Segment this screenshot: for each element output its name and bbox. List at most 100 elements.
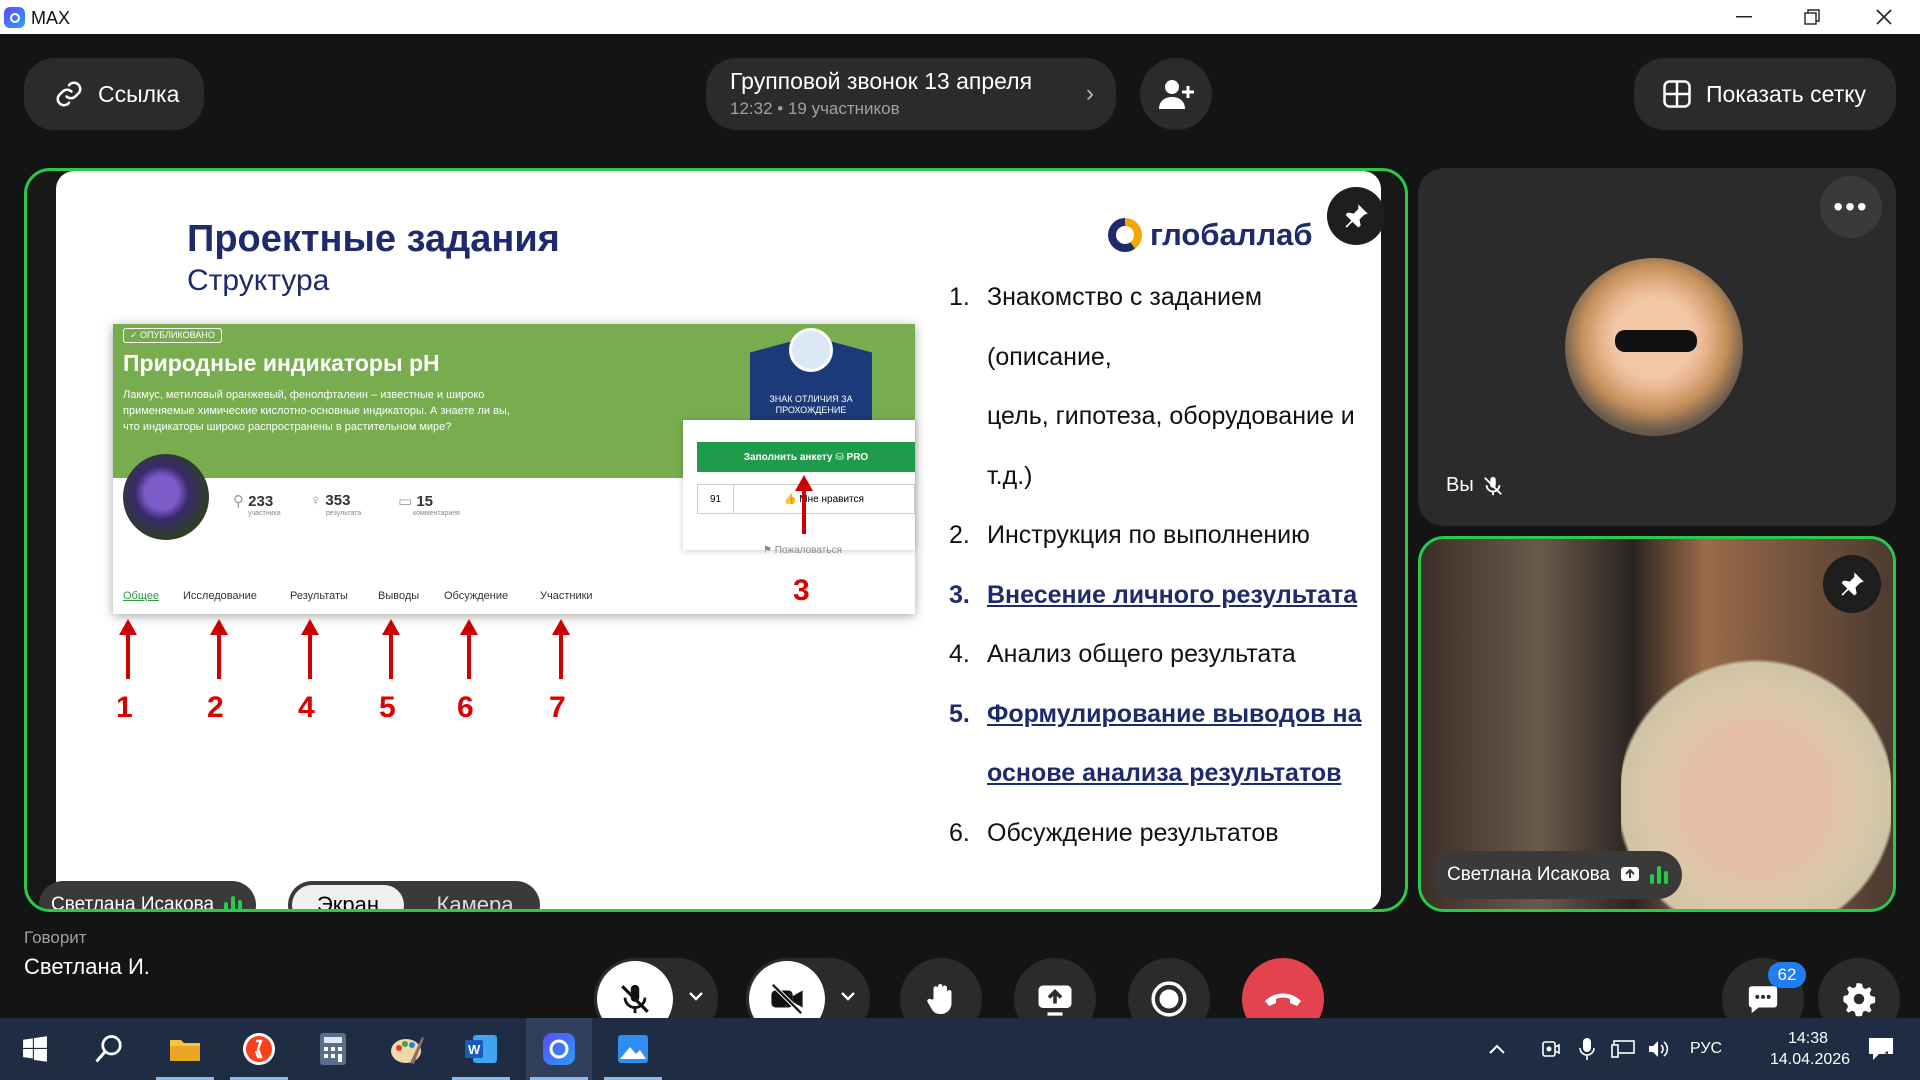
network-icon xyxy=(1611,1040,1635,1058)
grid-icon xyxy=(1663,80,1691,108)
published-badge: ✓ ОПУБЛИКОВАНО xyxy=(123,328,222,343)
camera-off-icon xyxy=(771,983,803,1015)
notification-icon xyxy=(1869,1038,1893,1060)
clock-time: 14:38 xyxy=(1787,1030,1829,1047)
start-button[interactable] xyxy=(2,1018,68,1080)
show-hidden-icons-button[interactable] xyxy=(1482,1018,1512,1080)
pin-icon xyxy=(1841,572,1864,596)
hang-up-icon xyxy=(1265,993,1301,1006)
search-button[interactable] xyxy=(76,1018,142,1080)
chevron-up-icon xyxy=(1489,1044,1505,1054)
bulb-icon: ♀ xyxy=(310,492,326,509)
taskbar-paint[interactable] xyxy=(374,1018,440,1080)
taskbar-photos[interactable] xyxy=(600,1018,666,1080)
screen-share-icon xyxy=(1621,867,1640,881)
mock-tab-discussion: Обсуждение xyxy=(444,590,509,602)
pin-button[interactable] xyxy=(1327,187,1385,245)
more-options-button[interactable]: ••• xyxy=(1820,176,1882,238)
chevron-down-icon[interactable] xyxy=(686,986,706,1006)
gear-icon xyxy=(1843,982,1876,1017)
shield-text: ЗНАК ОТЛИЧИЯ ЗА ПРОХОЖДЕНИЕ xyxy=(769,394,853,415)
tray-camera[interactable] xyxy=(1536,1018,1566,1080)
mock-tab-participants: Участники xyxy=(540,590,593,602)
screen-share-tile[interactable]: Проектные задания Структура глобаллаб ✓ … xyxy=(24,168,1408,912)
slide-step-list: 1. Знакомство с заданием (описание, цель,… xyxy=(949,268,1389,863)
taskbar-explorer[interactable] xyxy=(152,1018,218,1080)
avatar-detail xyxy=(1615,330,1697,352)
mic-muted-icon xyxy=(1483,476,1502,495)
arrow-shaft xyxy=(308,633,312,679)
webcam-icon xyxy=(1542,1041,1560,1057)
svg-text:W: W xyxy=(468,1042,481,1057)
taskbar-yandex[interactable] xyxy=(226,1018,292,1080)
list-item: 1. Знакомство с заданием (описание, xyxy=(949,283,1263,371)
windows-taskbar: W РУС 14:38 14.04.2026 1 xyxy=(0,1018,1920,1080)
arrow-shaft xyxy=(126,633,130,679)
self-name: Вы xyxy=(1446,474,1474,496)
taskbar-word[interactable]: W xyxy=(448,1018,514,1080)
speaking-label: Говорит xyxy=(24,928,87,947)
taskbar-max[interactable] xyxy=(526,1018,592,1080)
folder-icon xyxy=(170,1040,200,1061)
self-tile[interactable]: ••• Вы xyxy=(1418,168,1896,526)
clock-date: 14.04.2026 xyxy=(1770,1051,1851,1068)
stat-participants-label: участника xyxy=(248,510,281,517)
share-screen-icon xyxy=(1038,985,1072,1016)
title-bar: MAX xyxy=(0,0,1920,34)
stat-comments: ▭ 15 xyxy=(398,493,434,510)
arrow-number: 4 xyxy=(298,691,315,724)
add-user-icon xyxy=(1159,80,1194,109)
participant-video-tile[interactable]: Светлана Исакова xyxy=(1418,536,1896,912)
max-logo-icon xyxy=(4,7,25,28)
tray-network[interactable] xyxy=(1608,1018,1638,1080)
tray-volume[interactable] xyxy=(1644,1018,1674,1080)
add-participant-button[interactable] xyxy=(1140,58,1212,130)
tray-microphone[interactable] xyxy=(1572,1018,1602,1080)
pin-icon xyxy=(1345,204,1368,228)
action-center-button[interactable] xyxy=(1856,1018,1906,1080)
slide-title: Проектные задания xyxy=(187,218,560,260)
call-info-button[interactable]: Групповой звонок 13 апреля 12:32 • 19 уч… xyxy=(706,58,1116,130)
speaker-name: Светлана Исакова xyxy=(51,894,215,912)
project-avatar xyxy=(123,454,209,540)
taskbar-calculator[interactable] xyxy=(300,1018,366,1080)
list-item: 5. Формулирование выводов на xyxy=(949,699,1362,728)
clock[interactable]: 14:38 14.04.2026 xyxy=(1770,1028,1851,1070)
participant-name-tag: Светлана Исакова xyxy=(1433,851,1683,899)
list-item: цель, гипотеза, оборудование и xyxy=(987,402,1355,430)
chevron-down-icon[interactable] xyxy=(838,986,858,1006)
list-item: 4. Анализ общего результата xyxy=(949,640,1296,668)
max-app-icon xyxy=(543,1033,575,1065)
mock-tab-research: Исследование xyxy=(183,590,257,602)
list-item: 3. Внесение личного результата xyxy=(949,580,1358,609)
speaking-name: Светлана И. xyxy=(24,954,150,979)
link-button[interactable]: Ссылка xyxy=(24,58,204,130)
project-description: Лакмус, метиловый оранжевый, фенолфталеи… xyxy=(123,389,510,433)
like-count: 91 xyxy=(698,485,734,513)
toggle-camera-button[interactable]: Камера xyxy=(416,885,534,909)
hand-icon xyxy=(927,984,952,1014)
audio-level-icon xyxy=(224,896,243,909)
close-button[interactable] xyxy=(1850,0,1918,34)
globallab-logo-icon xyxy=(1108,218,1142,252)
show-grid-button[interactable]: Показать сетку xyxy=(1634,58,1896,130)
toggle-screen-button[interactable]: Экран xyxy=(292,885,404,909)
pin-button[interactable] xyxy=(1823,555,1881,613)
stat-results-label: результата xyxy=(326,510,362,517)
word-icon: W xyxy=(465,1035,497,1063)
project-title: Природные индикаторы pH xyxy=(123,350,440,376)
input-language[interactable]: РУС xyxy=(1690,1040,1722,1058)
list-item: 2. Инструкция по выполнению xyxy=(949,521,1310,549)
arrow-number: 6 xyxy=(457,691,474,724)
avatar xyxy=(1565,258,1743,436)
mic-off-icon xyxy=(621,984,649,1014)
more-icon: ••• xyxy=(1833,191,1869,222)
minimize-button[interactable] xyxy=(1710,0,1778,34)
fill-form-button: Заполнить анкету ⛁ PRO xyxy=(697,442,915,472)
list-item: т.д.) xyxy=(987,461,1033,490)
brand-name: глобаллаб xyxy=(1150,217,1313,252)
restore-button[interactable] xyxy=(1778,0,1846,34)
comment-icon: ▭ xyxy=(398,493,417,510)
arrow-shaft xyxy=(467,633,471,679)
list-item: 6. Обсуждение результатов xyxy=(949,818,1279,847)
